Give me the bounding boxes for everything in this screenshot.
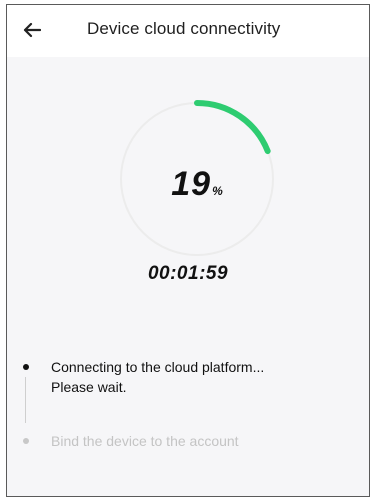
step-label-line2: Please wait. — [51, 379, 127, 395]
elapsed-timer: 00:01:59 — [147, 263, 229, 284]
step-bind-device: Bind the device to the account — [21, 431, 361, 451]
arrow-left-icon — [23, 22, 41, 38]
progress-percent: 19% — [109, 165, 285, 204]
back-button[interactable] — [15, 15, 49, 45]
screen-frame: Device cloud connectivity 19% 00:01:59 C… — [6, 4, 370, 497]
step-connector-line — [25, 377, 26, 423]
step-label-line1: Connecting to the cloud platform... — [51, 359, 265, 375]
progress-ring: 19% — [109, 91, 285, 267]
step-label: Bind the device to the account — [51, 433, 239, 449]
step-list: Connecting to the cloud platform... Plea… — [21, 357, 361, 451]
progress-unit: % — [212, 184, 223, 198]
progress-value: 19 — [171, 165, 212, 203]
app-header: Device cloud connectivity — [7, 5, 369, 57]
step-dot — [23, 364, 29, 370]
step-connecting: Connecting to the cloud platform... Plea… — [21, 357, 361, 423]
step-dot — [23, 438, 29, 444]
page-title: Device cloud connectivity — [87, 19, 281, 38]
